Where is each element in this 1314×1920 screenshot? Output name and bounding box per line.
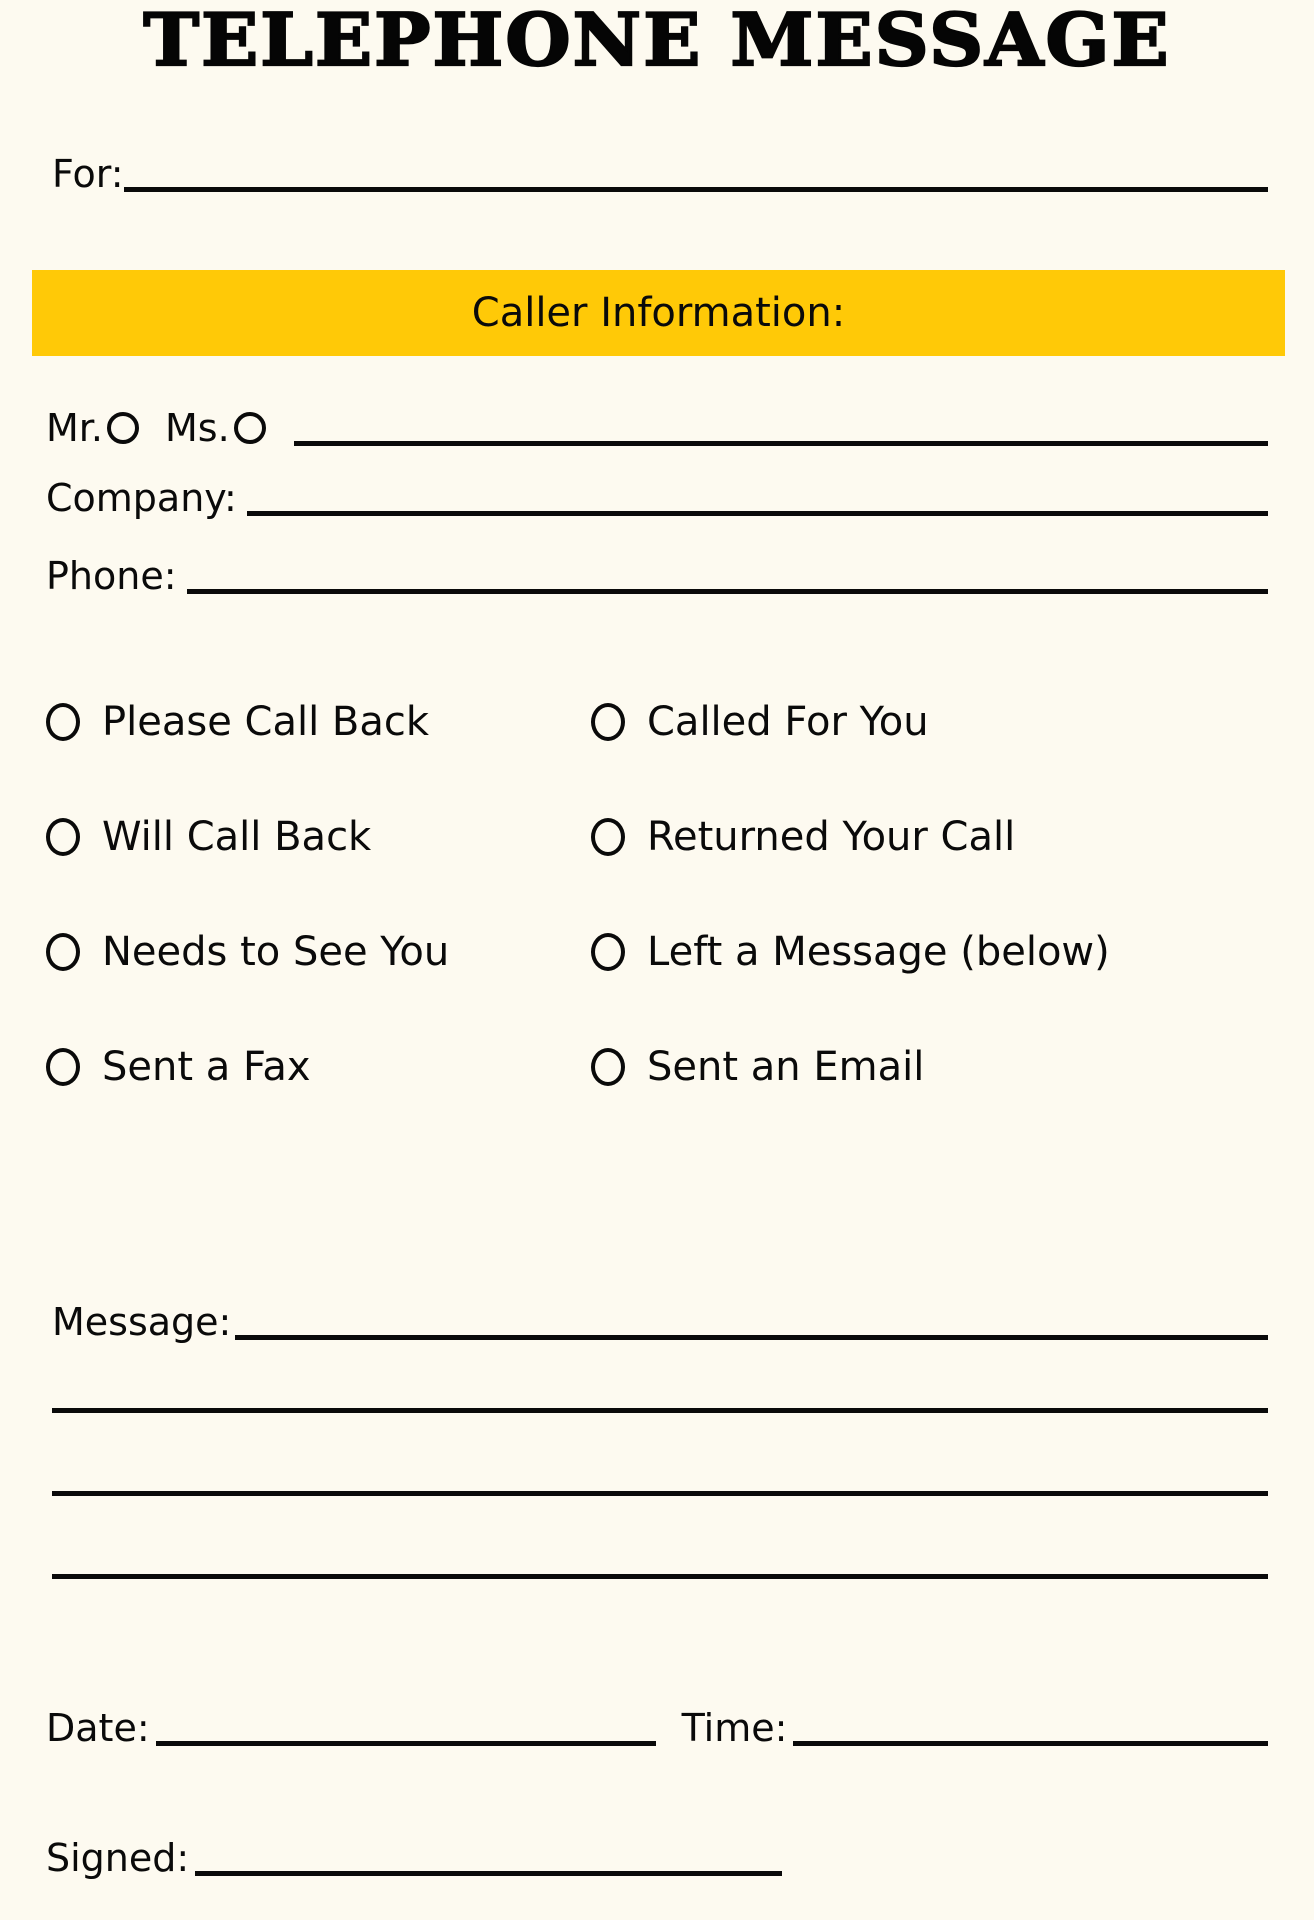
caller-name-input[interactable]: [293, 441, 1268, 446]
checkbox-label: Will Call Back: [102, 814, 372, 860]
date-label: Date:: [46, 1706, 150, 1750]
radio-circle-icon[interactable]: [46, 933, 80, 971]
page-title: TELEPHONE MESSAGE: [142, 0, 1171, 82]
salutation-label-mr: Mr.: [46, 406, 103, 450]
checkbox-will-call-back[interactable]: Will Call Back: [46, 815, 591, 859]
checkbox-please-call-back[interactable]: Please Call Back: [46, 700, 591, 744]
checkbox-label: Please Call Back: [102, 699, 430, 745]
checkbox-label: Sent an Email: [647, 1044, 925, 1090]
recipient-row: For:: [52, 140, 1268, 196]
checkbox-left-a-message[interactable]: Left a Message (below): [591, 930, 1276, 974]
signed-input[interactable]: [195, 1871, 783, 1876]
salutation-option-ms[interactable]: Ms.: [165, 408, 266, 452]
phone-label: Phone:: [46, 554, 177, 598]
caller-information-banner-label: Caller Information:: [471, 290, 846, 336]
date-time-row: Date: Time:: [46, 1690, 1268, 1750]
radio-circle-icon[interactable]: [46, 818, 80, 856]
checkbox-label: Sent a Fax: [102, 1044, 311, 1090]
checkbox-called-for-you[interactable]: Called For You: [591, 700, 1276, 744]
checkbox-returned-your-call[interactable]: Returned Your Call: [591, 815, 1276, 859]
radio-circle-icon[interactable]: [46, 703, 80, 741]
message-input-line-3[interactable]: [52, 1491, 1268, 1496]
salutation-option-mr[interactable]: Mr.: [46, 408, 139, 452]
call-action-row: Sent a Fax Sent an Email: [46, 1045, 1276, 1160]
checkbox-sent-an-email[interactable]: Sent an Email: [591, 1045, 1276, 1089]
phone-input[interactable]: [186, 589, 1268, 594]
message-row: Message:: [52, 1288, 1268, 1344]
radio-ms-icon[interactable]: [233, 412, 266, 444]
radio-circle-icon[interactable]: [46, 1048, 80, 1086]
telephone-message-form: { "document": { "title": "TELEPHONE MESS…: [0, 0, 1314, 1920]
recipient-label: For:: [52, 152, 124, 196]
company-row: Company:: [46, 462, 1268, 520]
call-action-row: Will Call Back Returned Your Call: [46, 815, 1276, 930]
signed-row: Signed:: [46, 1820, 1268, 1880]
call-action-grid: Please Call Back Called For You Will Cal…: [46, 700, 1276, 1160]
checkbox-needs-to-see-you[interactable]: Needs to See You: [46, 930, 591, 974]
company-label: Company:: [46, 476, 237, 520]
checkbox-sent-a-fax[interactable]: Sent a Fax: [46, 1045, 591, 1089]
checkbox-label: Returned Your Call: [647, 814, 1016, 860]
radio-circle-icon[interactable]: [591, 933, 625, 971]
radio-circle-icon[interactable]: [591, 1048, 625, 1086]
date-input[interactable]: [155, 1741, 656, 1746]
message-input-line-2[interactable]: [52, 1408, 1268, 1413]
company-input[interactable]: [246, 511, 1268, 516]
radio-circle-icon[interactable]: [591, 818, 625, 856]
radio-circle-icon[interactable]: [591, 703, 625, 741]
checkbox-label: Needs to See You: [102, 929, 450, 975]
message-label: Message:: [52, 1300, 232, 1344]
recipient-input[interactable]: [123, 187, 1268, 192]
call-action-row: Needs to See You Left a Message (below): [46, 930, 1276, 1045]
call-action-row: Please Call Back Called For You: [46, 700, 1276, 815]
caller-information-banner: Caller Information:: [32, 270, 1285, 356]
message-input-line-1[interactable]: [235, 1335, 1268, 1340]
message-input-line-4[interactable]: [52, 1574, 1268, 1579]
phone-row: Phone:: [46, 540, 1268, 598]
salutation-row: Mr. Ms.: [46, 392, 1268, 452]
salutation-label-ms: Ms.: [165, 406, 230, 450]
time-label: Time:: [681, 1706, 788, 1750]
checkbox-label: Left a Message (below): [647, 929, 1110, 975]
checkbox-label: Called For You: [647, 699, 929, 745]
time-input[interactable]: [793, 1741, 1268, 1746]
radio-mr-icon[interactable]: [107, 412, 139, 444]
signed-label: Signed:: [46, 1836, 190, 1880]
